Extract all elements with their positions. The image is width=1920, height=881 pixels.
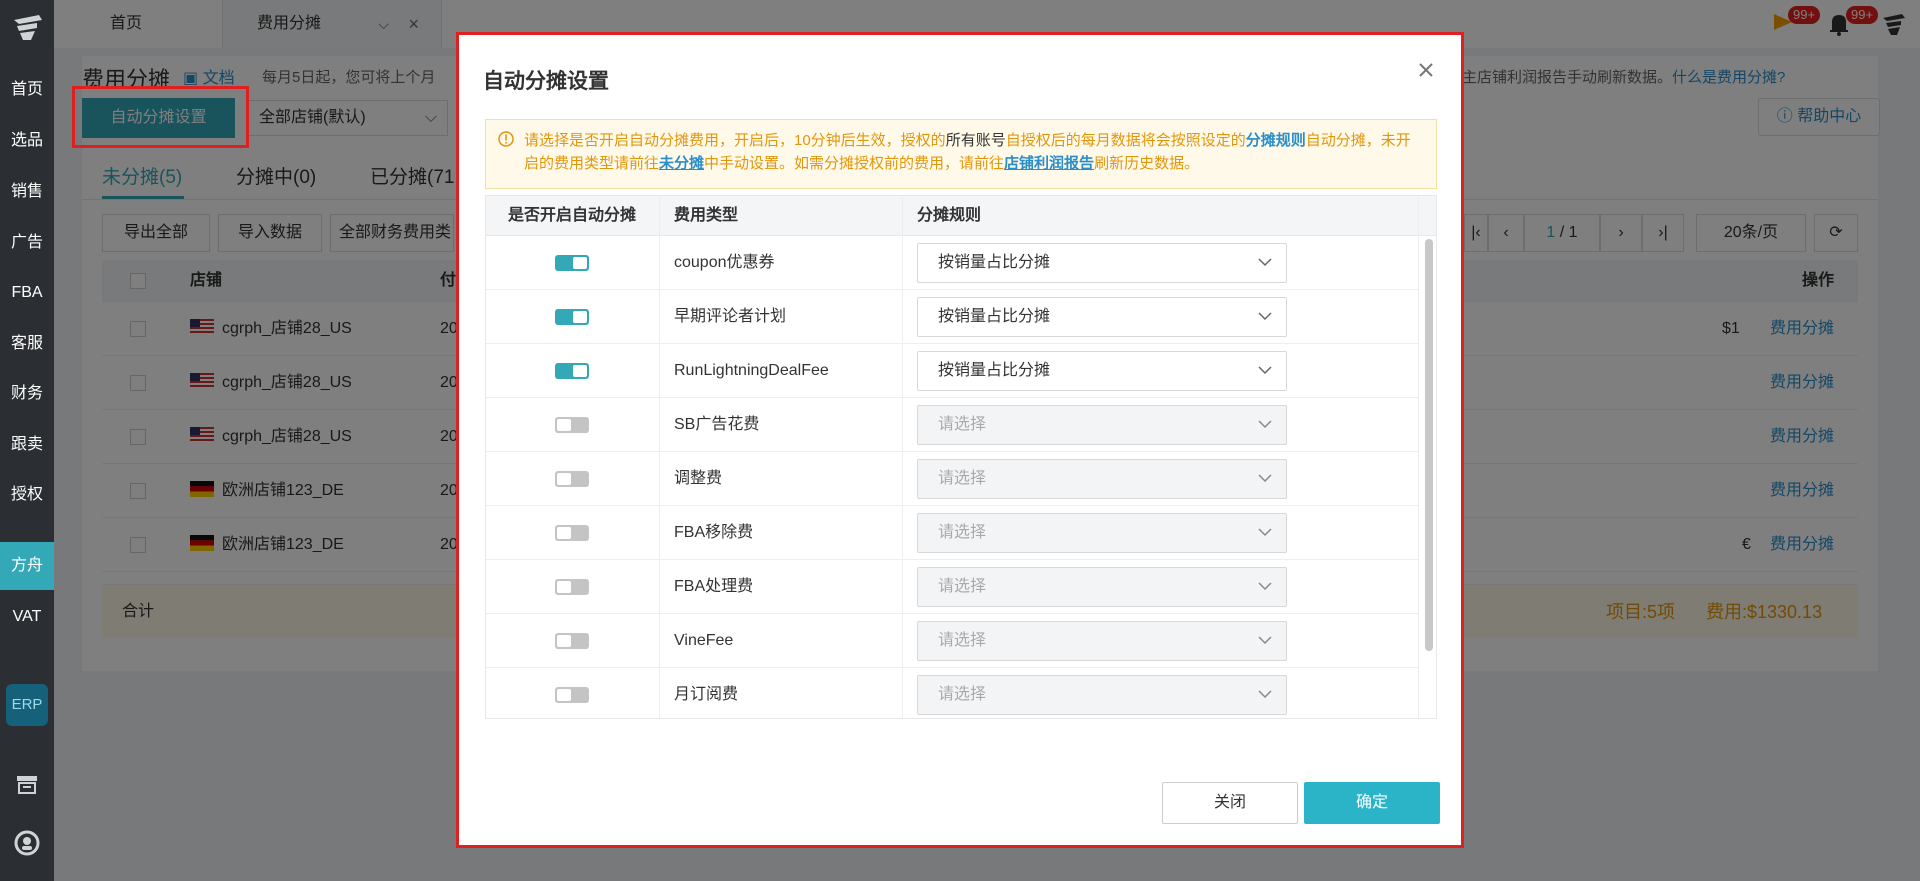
auto-allocate-toggle[interactable] xyxy=(555,309,589,325)
sidebar-item-vat[interactable]: VAT xyxy=(0,593,54,641)
allocation-rule-select[interactable]: 请选择 xyxy=(917,567,1287,607)
select-placeholder: 请选择 xyxy=(938,578,987,595)
select-value: 按销量占比分摊 xyxy=(938,362,1051,379)
allocation-rule-select[interactable]: 按销量占比分摊 xyxy=(917,297,1287,337)
notice-part: 中手动设置。如需分摊授权前的费用，请前往 xyxy=(704,155,1005,172)
warning-icon xyxy=(498,131,514,147)
close-button[interactable]: 关闭 xyxy=(1162,782,1298,824)
table-row: RunLightningDealFee 按销量占比分摊 xyxy=(486,344,1418,398)
select-placeholder: 请选择 xyxy=(938,632,987,649)
auto-allocation-dialog: 自动分摊设置 请选择是否开启自动分摊费用，开启后，10分钟后生效，授权的所有账号… xyxy=(456,32,1464,848)
unallocated-link[interactable]: 未分摊 xyxy=(659,155,704,172)
sidebar-item-follow[interactable]: 跟卖 xyxy=(0,421,54,469)
app-logo-icon[interactable] xyxy=(11,12,45,42)
table-row: 早期评论者计划 按销量占比分摊 xyxy=(486,290,1418,344)
allocation-rule-select[interactable]: 请选择 xyxy=(917,405,1287,445)
sidebar-item-ark[interactable]: 方舟 xyxy=(0,542,54,590)
allocation-rule-link[interactable]: 分摊规则 xyxy=(1246,132,1306,149)
sidebar-item-auth[interactable]: 授权 xyxy=(0,471,54,519)
fee-type: FBA移除费 xyxy=(674,524,754,541)
notice-banner: 请选择是否开启自动分摊费用，开启后，10分钟后生效，授权的所有账号自授权后的每月… xyxy=(485,119,1437,189)
chevron-down-icon xyxy=(1258,636,1272,645)
table-row: 调整费 请选择 xyxy=(486,452,1418,506)
column-divider xyxy=(902,196,903,718)
notice-part: 自授权后的每月数据将会按照设定的 xyxy=(1005,132,1246,149)
fee-type: FBA处理费 xyxy=(674,578,754,595)
select-placeholder: 请选择 xyxy=(938,416,987,433)
allocation-rule-select[interactable]: 请选择 xyxy=(917,513,1287,553)
sidebar-item-fba[interactable]: FBA xyxy=(0,269,54,317)
highlight-box xyxy=(72,86,249,148)
auto-allocate-toggle[interactable] xyxy=(555,417,589,433)
allocation-rule-select[interactable]: 按销量占比分摊 xyxy=(917,243,1287,283)
allocation-rule-select[interactable]: 请选择 xyxy=(917,459,1287,499)
chevron-down-icon xyxy=(1258,528,1272,537)
notice-part: 刷新历史数据。 xyxy=(1094,155,1200,172)
chevron-down-icon xyxy=(1258,690,1272,699)
col-rule: 分摊规则 xyxy=(917,207,982,224)
notice-all-accounts: 所有账号 xyxy=(945,132,1006,149)
sidebar-item-sales[interactable]: 销售 xyxy=(0,168,54,216)
allocation-rule-select[interactable]: 请选择 xyxy=(917,675,1287,715)
auto-allocate-toggle[interactable] xyxy=(555,525,589,541)
fee-type: 调整费 xyxy=(674,470,723,487)
fee-type: VineFee xyxy=(674,632,734,649)
fee-type: coupon优惠券 xyxy=(674,254,775,271)
sidebar-item-home[interactable]: 首页 xyxy=(0,66,54,114)
table-scrollbar[interactable] xyxy=(1424,231,1434,661)
header-scroll-gutter xyxy=(1418,196,1436,236)
chevron-down-icon xyxy=(1258,312,1272,321)
store-icon[interactable] xyxy=(14,771,40,797)
fee-type: 月订阅费 xyxy=(674,686,739,703)
allocation-rule-select[interactable]: 按销量占比分摊 xyxy=(917,351,1287,391)
table-row: 月订阅费 请选择 xyxy=(486,668,1418,718)
table-row: FBA处理费 请选择 xyxy=(486,560,1418,614)
auto-allocate-toggle[interactable] xyxy=(555,471,589,487)
table-header: 是否开启自动分摊 费用类型 分摊规则 xyxy=(486,196,1418,236)
auto-allocate-toggle[interactable] xyxy=(555,633,589,649)
notice-part: 请选择是否开启自动分摊费用，开启后，10分钟后生效，授权的 xyxy=(524,132,946,149)
sidebar-item-erp[interactable]: ERP xyxy=(6,684,48,726)
support-icon[interactable] xyxy=(14,830,40,856)
chevron-down-icon xyxy=(1258,474,1272,483)
select-value: 按销量占比分摊 xyxy=(938,308,1051,325)
table-row: SB广告花费 请选择 xyxy=(486,398,1418,452)
sidebar-item-selection[interactable]: 选品 xyxy=(0,117,54,165)
fee-rules-table: 是否开启自动分摊 费用类型 分摊规则 coupon优惠券 按销量占比分摊 早期评… xyxy=(485,195,1437,719)
select-placeholder: 请选择 xyxy=(938,470,987,487)
auto-allocate-toggle[interactable] xyxy=(555,255,589,271)
auto-allocate-toggle[interactable] xyxy=(555,363,589,379)
col-fee-type: 费用类型 xyxy=(674,207,739,224)
fee-type: SB广告花费 xyxy=(674,416,760,433)
chevron-down-icon xyxy=(1258,258,1272,267)
sidebar: 首页 选品 销售 广告 FBA 客服 财务 跟卖 授权 方舟 VAT ERP xyxy=(0,0,54,881)
auto-allocate-toggle[interactable] xyxy=(555,579,589,595)
allocation-rule-select[interactable]: 请选择 xyxy=(917,621,1287,661)
close-icon[interactable] xyxy=(1413,57,1439,83)
notice-text: 请选择是否开启自动分摊费用，开启后，10分钟后生效，授权的所有账号自授权后的每月… xyxy=(524,129,1424,175)
column-divider xyxy=(1418,196,1419,718)
sidebar-item-service[interactable]: 客服 xyxy=(0,320,54,368)
auto-allocate-toggle[interactable] xyxy=(555,687,589,703)
select-placeholder: 请选择 xyxy=(938,686,987,703)
sidebar-item-ads[interactable]: 广告 xyxy=(0,219,54,267)
column-divider xyxy=(659,196,660,718)
scrollbar-thumb[interactable] xyxy=(1425,239,1433,651)
fee-type: RunLightningDealFee xyxy=(674,362,829,379)
select-placeholder: 请选择 xyxy=(938,524,987,541)
profit-report-link[interactable]: 店铺利润报告 xyxy=(1004,155,1094,172)
sidebar-item-finance[interactable]: 财务 xyxy=(0,370,54,418)
table-row: FBA移除费 请选择 xyxy=(486,506,1418,560)
col-enable: 是否开启自动分摊 xyxy=(508,207,637,224)
fee-type: 早期评论者计划 xyxy=(674,308,787,325)
dialog-title: 自动分摊设置 xyxy=(483,70,609,93)
confirm-button[interactable]: 确定 xyxy=(1304,782,1440,824)
table-row: coupon优惠券 按销量占比分摊 xyxy=(486,236,1418,290)
chevron-down-icon xyxy=(1258,366,1272,375)
chevron-down-icon xyxy=(1258,582,1272,591)
table-row: VineFee 请选择 xyxy=(486,614,1418,668)
chevron-down-icon xyxy=(1258,420,1272,429)
select-value: 按销量占比分摊 xyxy=(938,254,1051,271)
